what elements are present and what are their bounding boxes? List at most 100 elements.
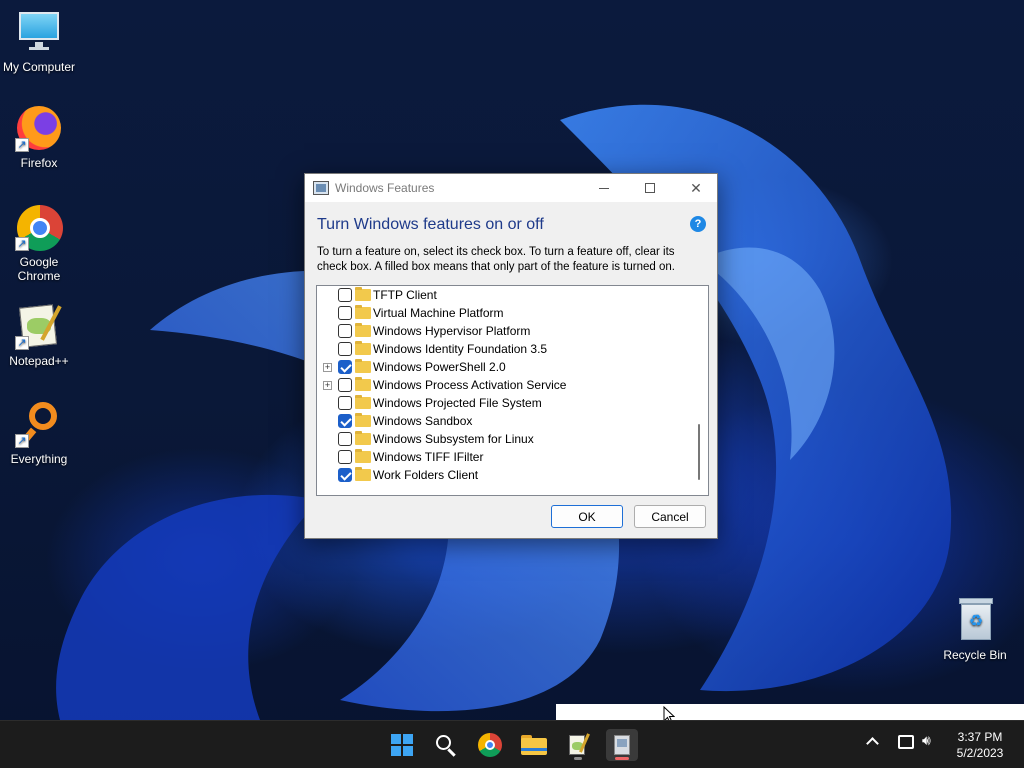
feature-label: Windows Subsystem for Linux bbox=[373, 432, 534, 446]
desktop-icon-label: Firefox bbox=[20, 156, 58, 170]
desktop-icon-label: Everything bbox=[10, 452, 68, 466]
desktop-icon-my-computer[interactable]: My Computer bbox=[1, 8, 77, 74]
taskbar-windows-features[interactable] bbox=[606, 729, 638, 761]
taskbar: 🔊︎ 3:37 PM 5/2/2023 bbox=[0, 720, 1024, 768]
close-button[interactable]: ✕ bbox=[673, 174, 719, 202]
feature-checkbox[interactable] bbox=[338, 342, 352, 356]
desktop-icon-label: Google Chrome bbox=[17, 255, 61, 283]
feature-label: Windows TIFF IFilter bbox=[373, 450, 484, 464]
feature-row[interactable]: Windows Subsystem for Linux bbox=[317, 430, 689, 448]
close-icon: ✕ bbox=[690, 179, 702, 196]
feature-checkbox[interactable] bbox=[338, 468, 352, 482]
shortcut-arrow-icon: ↗ bbox=[15, 237, 29, 251]
desktop-icon-recycle-bin[interactable]: ♻ Recycle Bin bbox=[937, 596, 1013, 662]
feature-row[interactable]: Windows Sandbox bbox=[317, 412, 689, 430]
desktop-icon-label: Recycle Bin bbox=[943, 648, 1007, 662]
clock-time: 3:37 PM bbox=[957, 730, 1003, 744]
speaker-icon: 🔊︎ bbox=[922, 733, 931, 749]
feature-row[interactable]: Windows Hypervisor Platform bbox=[317, 322, 689, 340]
window-title: Windows Features bbox=[335, 181, 435, 195]
folder-icon bbox=[355, 413, 371, 427]
feature-checkbox[interactable] bbox=[338, 378, 352, 392]
features-tree[interactable]: TFTP Client Virtual Machine Platform Windo… bbox=[316, 285, 709, 496]
feature-row[interactable]: Windows Identity Foundation 3.5 bbox=[317, 340, 689, 358]
feature-row[interactable]: Windows TIFF IFilter bbox=[317, 448, 689, 466]
taskbar-chrome[interactable] bbox=[474, 729, 506, 761]
title-bar[interactable]: Windows Features ✕ bbox=[305, 174, 717, 202]
shortcut-arrow-icon: ↗ bbox=[15, 138, 29, 152]
search-magnifier-icon: ↗ bbox=[15, 400, 63, 448]
taskbar-notepadpp[interactable] bbox=[562, 729, 594, 761]
taskbar-file-explorer[interactable] bbox=[518, 729, 550, 761]
feature-row[interactable]: Virtual Machine Platform bbox=[317, 304, 689, 322]
feature-label: Windows PowerShell 2.0 bbox=[373, 360, 506, 374]
running-indicator bbox=[615, 757, 629, 760]
feature-row[interactable]: TFTP Client bbox=[317, 286, 689, 304]
maximize-icon bbox=[645, 183, 655, 193]
feature-label: Windows Identity Foundation 3.5 bbox=[373, 342, 548, 356]
folder-icon bbox=[355, 377, 371, 391]
expand-icon[interactable]: + bbox=[323, 363, 332, 372]
folder-icon bbox=[355, 449, 371, 463]
feature-row[interactable]: Windows Projected File System bbox=[317, 394, 689, 412]
expand-icon[interactable]: + bbox=[323, 381, 332, 390]
chrome-icon: ↗ bbox=[15, 203, 63, 251]
windows-logo-icon bbox=[391, 734, 413, 756]
desktop-icon-everything[interactable]: ↗ Everything bbox=[1, 400, 77, 466]
feature-label: Work Folders Client bbox=[373, 468, 479, 482]
folder-icon bbox=[355, 323, 371, 337]
folder-icon bbox=[355, 359, 371, 373]
help-icon[interactable]: ? bbox=[690, 216, 706, 232]
desktop-icon-google-chrome[interactable]: ↗ Google Chrome bbox=[1, 203, 77, 283]
feature-label: Virtual Machine Platform bbox=[373, 306, 504, 320]
feature-row[interactable]: + Windows PowerShell 2.0 bbox=[317, 358, 689, 376]
notepadpp-icon bbox=[567, 733, 590, 757]
folder-icon bbox=[355, 287, 371, 301]
desktop-icon-firefox[interactable]: ↗ Firefox bbox=[1, 104, 77, 170]
volume-button[interactable]: 🔊︎ bbox=[922, 733, 931, 749]
feature-checkbox[interactable] bbox=[338, 396, 352, 410]
white-bar bbox=[556, 704, 1024, 720]
feature-label: TFTP Client bbox=[373, 288, 437, 302]
feature-checkbox[interactable] bbox=[338, 324, 352, 338]
taskbar-search-button[interactable] bbox=[430, 729, 462, 761]
recycle-bin-icon: ♻ bbox=[951, 596, 999, 644]
search-icon bbox=[435, 734, 457, 757]
chrome-icon bbox=[478, 733, 502, 757]
feature-checkbox[interactable] bbox=[338, 288, 352, 302]
scrollbar-thumb[interactable] bbox=[698, 424, 700, 480]
windows-features-app-icon bbox=[313, 181, 329, 195]
folder-icon bbox=[355, 341, 371, 355]
folder-icon bbox=[355, 305, 371, 319]
minimize-icon bbox=[599, 187, 609, 189]
folder-icon bbox=[355, 467, 371, 481]
taskbar-clock[interactable]: 3:37 PM 5/2/2023 bbox=[944, 729, 1016, 761]
feature-row[interactable]: + Windows Process Activation Service bbox=[317, 376, 689, 394]
feature-row[interactable]: Work Folders Client bbox=[317, 466, 689, 484]
feature-label: Windows Projected File System bbox=[373, 396, 542, 410]
windows-features-dialog: Windows Features ✕ Turn Windows features… bbox=[304, 173, 718, 539]
desktop-icon-label: My Computer bbox=[2, 60, 76, 74]
cancel-button[interactable]: Cancel bbox=[634, 505, 706, 528]
show-hidden-icons-button[interactable] bbox=[866, 735, 879, 750]
windows-features-icon bbox=[612, 733, 632, 757]
network-icon bbox=[898, 735, 914, 749]
feature-checkbox[interactable] bbox=[338, 306, 352, 320]
ok-button[interactable]: OK bbox=[551, 505, 623, 528]
dialog-description: To turn a feature on, select its check b… bbox=[317, 246, 675, 273]
feature-checkbox[interactable] bbox=[338, 360, 352, 374]
feature-checkbox[interactable] bbox=[338, 450, 352, 464]
clock-date: 5/2/2023 bbox=[956, 746, 1004, 760]
minimize-button[interactable] bbox=[581, 174, 627, 202]
start-button[interactable] bbox=[386, 729, 418, 761]
dialog-heading: Turn Windows features on or off bbox=[317, 216, 544, 233]
feature-label: Windows Hypervisor Platform bbox=[373, 324, 531, 338]
desktop-icon-notepadpp[interactable]: ↗ Notepad++ bbox=[1, 302, 77, 368]
monitor-icon bbox=[15, 8, 63, 56]
feature-checkbox[interactable] bbox=[338, 432, 352, 446]
vertical-scrollbar[interactable] bbox=[692, 286, 708, 495]
feature-checkbox[interactable] bbox=[338, 414, 352, 428]
shortcut-arrow-icon: ↗ bbox=[15, 336, 29, 350]
network-button[interactable] bbox=[898, 735, 914, 749]
maximize-button[interactable] bbox=[627, 174, 673, 202]
